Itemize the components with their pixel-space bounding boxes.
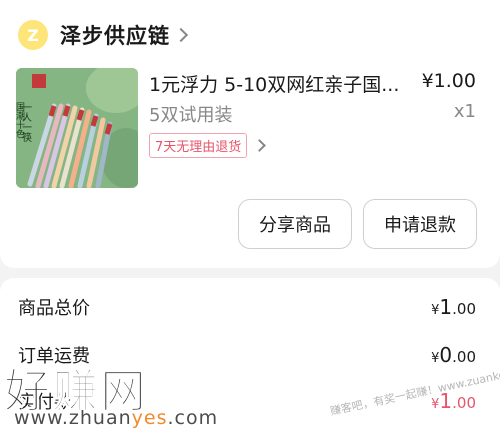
summary-row-shipping: 订单运费 ¥0.00	[18, 340, 476, 370]
store-header[interactable]: Z 泽步供应链	[18, 18, 189, 52]
image-caption-2: 国潮十色	[16, 102, 25, 138]
total-value: ¥1.00	[431, 295, 476, 319]
product-spec: 5双试用装	[149, 105, 233, 126]
share-product-button[interactable]: 分享商品	[238, 199, 352, 249]
request-refund-button[interactable]: 申请退款	[363, 199, 477, 249]
shipping-value: ¥0.00	[431, 343, 476, 367]
product-price: ¥1.00	[421, 70, 476, 92]
return-policy-tag[interactable]: 7天无理由退货	[149, 133, 248, 158]
summary-row-total: 商品总价 ¥1.00	[18, 292, 476, 322]
product-quantity: x1	[453, 101, 476, 122]
store-name[interactable]: 泽步供应链	[60, 20, 170, 50]
order-item-card: Z 泽步供应链 一人一筷 国潮十色 1元浮力 5-10双网红亲子国... ¥1.…	[0, 0, 500, 268]
product-image[interactable]: 一人一筷 国潮十色	[16, 68, 138, 188]
store-logo: Z	[18, 20, 48, 50]
product-title[interactable]: 1元浮力 5-10双网红亲子国...	[149, 70, 411, 97]
price-summary-card: 商品总价 ¥1.00 订单运费 ¥0.00 实付款 ¥1.00	[0, 278, 500, 436]
chopsticks-image: 一人一筷 国潮十色	[16, 68, 138, 188]
paid-label: 实付款	[18, 392, 72, 413]
shipping-label: 订单运费	[18, 346, 90, 367]
chevron-right-icon	[253, 139, 267, 152]
total-label: 商品总价	[18, 298, 90, 319]
return-policy-row[interactable]: 7天无理由退货	[149, 133, 267, 158]
paid-value: ¥1.00	[431, 389, 476, 413]
summary-row-paid: 实付款 ¥1.00	[18, 386, 476, 416]
chevron-right-icon	[173, 27, 189, 43]
